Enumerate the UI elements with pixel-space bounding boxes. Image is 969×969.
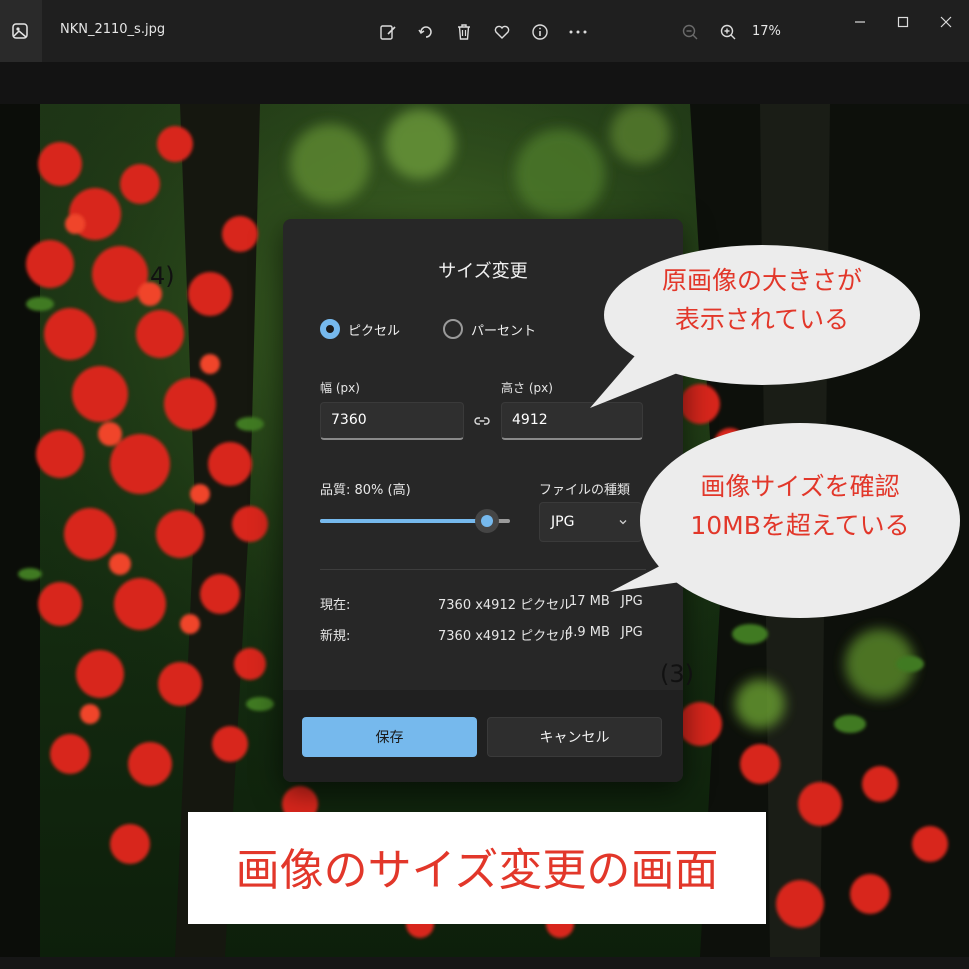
callout-line: 10MBを超えている xyxy=(690,510,910,540)
callout-line: 原画像の大きさが xyxy=(661,266,862,295)
callout-line: 画像サイズを確認 xyxy=(700,472,900,501)
callout-line: 表示されている xyxy=(674,304,850,334)
callout-text-check-size: 画像サイズを確認 10MBを超えている xyxy=(640,468,960,546)
caption-box: 画像のサイズ変更の画面 xyxy=(188,812,766,924)
callout-text-original-size: 原画像の大きさが 表示されている xyxy=(604,262,920,340)
step-number-3: (3) xyxy=(660,660,694,688)
step-number-4: 4) xyxy=(150,262,175,290)
caption-text: 画像のサイズ変更の画面 xyxy=(235,845,719,896)
